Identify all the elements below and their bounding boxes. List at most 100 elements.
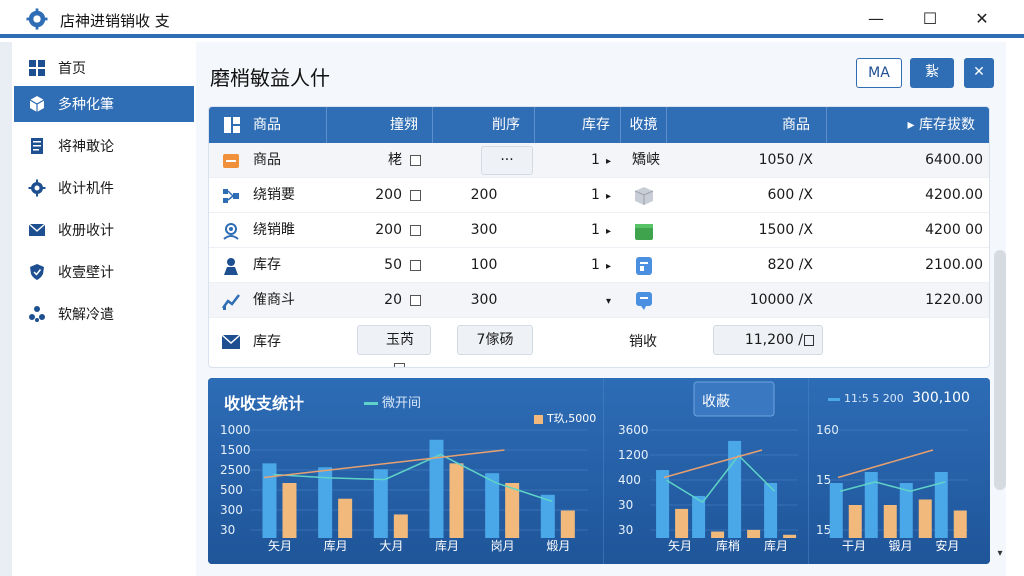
row-more-button[interactable]: ··· (481, 146, 533, 175)
sidebar-item-home[interactable]: 首页 (14, 50, 194, 86)
maximize-button[interactable]: ☐ (910, 4, 950, 34)
summary-label: 销收 (629, 334, 657, 350)
gear-icon (28, 179, 46, 197)
inventory-table: 商品 撞翙 削序 库存 收摬 商品 ▸ 库存拔数 商品 栳 ··· 1 ▸ 矯峡 … (208, 106, 990, 368)
column-header-c1[interactable]: 撞翙 (327, 107, 433, 143)
summary-box-2[interactable]: 7傢砀 (457, 325, 533, 355)
action-button[interactable]: 紥 (910, 58, 954, 88)
sidebar: 首页 多种化筆 将神敢论 收计机件 收册收计 收壹壁计 软解冷遣 (14, 48, 194, 568)
network-icon (223, 189, 239, 203)
row-c2: 300 (470, 222, 498, 238)
bar-series-2 (953, 510, 967, 538)
row-name: 库存 (253, 257, 281, 273)
row-c1: 栳 (327, 143, 433, 178)
summary-checkbox[interactable] (394, 362, 405, 367)
x-category-label: 库月 (324, 538, 348, 553)
row-c6: 6400.00 (925, 152, 983, 168)
summary-row: 库存 玉芮 7傢砀 销收 11,200 / (209, 319, 989, 367)
bar-series-2 (505, 483, 520, 538)
row-checkbox[interactable] (410, 154, 421, 166)
close-panel-button[interactable]: ✕ (964, 58, 994, 88)
row-c2: 100 (470, 257, 498, 273)
summary-name: 库存 (253, 334, 281, 350)
bar-series-2 (848, 505, 862, 538)
row-checkbox[interactable] (410, 224, 421, 236)
row-c1: 50 (327, 248, 433, 283)
row-c6: 1220.00 (925, 292, 983, 308)
bar-series-1 (764, 483, 778, 538)
row-checkbox[interactable] (410, 294, 421, 306)
row-checkbox[interactable] (410, 189, 421, 201)
mail-icon (221, 334, 241, 349)
row-c6: 2100.00 (925, 257, 983, 273)
table-row[interactable]: 库存 50 100 1 ▸ 820 /X 2100.00 (209, 248, 989, 283)
chat-badge-icon (636, 292, 652, 310)
legend-bar-label: T玖,5000 (534, 410, 596, 426)
panel2-title[interactable]: 收蔽 (702, 391, 730, 411)
page-title: 磨梢敏益人什 (210, 66, 330, 90)
summary-total[interactable]: 11,200 / (713, 325, 823, 355)
row-stock: 1 ▸ (591, 187, 611, 203)
sidebar-item-label: 软解冷遣 (58, 307, 114, 323)
row-name: 绕销睢 (253, 222, 295, 238)
x-category-label: 大月 (379, 539, 403, 553)
y-tick-label: 1000 (220, 423, 251, 437)
row-name: 绕销要 (253, 187, 295, 203)
bar-series-2 (783, 534, 797, 538)
legend-3: 11:5 5 200 (828, 392, 904, 405)
column-header-c4[interactable]: 收摬 (621, 107, 667, 143)
sidebar-item-label: 收册收计 (58, 223, 114, 239)
summary-box-1[interactable]: 玉芮 (357, 325, 431, 367)
mail-icon (28, 221, 46, 239)
y-tick-label: 400 (618, 473, 641, 487)
scroll-arrow-icon[interactable]: ▾ (994, 548, 1006, 560)
cube-icon (634, 187, 654, 205)
document-badge-icon (636, 257, 652, 275)
close-button[interactable]: ✕ (962, 4, 1002, 34)
trend-icon (221, 294, 240, 310)
bar-series-2 (560, 510, 575, 538)
sidebar-item-settings[interactable]: 收计机件 (14, 170, 194, 206)
y-tick-label: 500 (220, 483, 243, 497)
ma-button[interactable]: MA (856, 58, 902, 88)
legend-3-value: 300,100 (912, 390, 970, 406)
row-c2: 300 (470, 292, 498, 308)
minimize-button[interactable]: — (856, 4, 896, 34)
store-icon (223, 154, 239, 168)
row-c5: 10000 /X (749, 292, 813, 308)
table-row[interactable]: 傕商斗 20 300 ▾ 10000 /X 1220.00 (209, 283, 989, 318)
y-tick-label: 1500 (220, 443, 251, 457)
y-tick-label: 1200 (618, 448, 649, 462)
y-tick-label: 30 (618, 523, 633, 537)
table-row[interactable]: 绕销要 200 200 1 ▸ 600 /X 4200.00 (209, 178, 989, 213)
bar-series-2 (918, 499, 932, 538)
user-settings-icon (223, 223, 239, 240)
scrollbar[interactable] (994, 250, 1006, 490)
x-category-label: 安月 (935, 538, 959, 553)
row-c1: 20 (327, 283, 433, 318)
y-tick-label: 300 (220, 503, 243, 517)
doc-icon (28, 137, 46, 155)
sidebar-item-label: 多种化筆 (58, 97, 114, 113)
shield-icon (28, 263, 46, 281)
table-row[interactable]: 商品 栳 ··· 1 ▸ 矯峡 1050 /X 6400.00 (209, 143, 989, 178)
sidebar-item-label: 收计机件 (58, 181, 114, 197)
x-category-label: 岗月 (491, 539, 515, 553)
table-row[interactable]: 绕销睢 200 300 1 ▸ 1500 /X 4200 00 (209, 213, 989, 248)
sidebar-item-messages[interactable]: 收册收计 (14, 212, 194, 248)
column-header-c6[interactable]: ▸ 库存拔数 (827, 107, 989, 143)
sidebar-item-security[interactable]: 收壹壁计 (14, 254, 194, 290)
sidebar-item-cluster[interactable]: 软解冷遣 (14, 296, 194, 332)
sidebar-item-products[interactable]: 多种化筆 (14, 86, 194, 122)
column-header-product[interactable]: 商品 (209, 107, 327, 143)
sidebar-item-docs[interactable]: 将神敢论 (14, 128, 194, 164)
row-stock: 1 ▸ (591, 152, 611, 168)
column-header-stock[interactable]: 库存 (535, 107, 621, 143)
row-c4: 矯峡 (632, 152, 660, 168)
row-name: 傕商斗 (253, 292, 295, 308)
row-checkbox[interactable] (410, 259, 421, 271)
grid-icon (28, 59, 46, 77)
column-header-c2[interactable]: 削序 (433, 107, 535, 143)
column-header-c5[interactable]: 商品 (667, 107, 827, 143)
x-category-label: 库梢 (716, 538, 740, 553)
